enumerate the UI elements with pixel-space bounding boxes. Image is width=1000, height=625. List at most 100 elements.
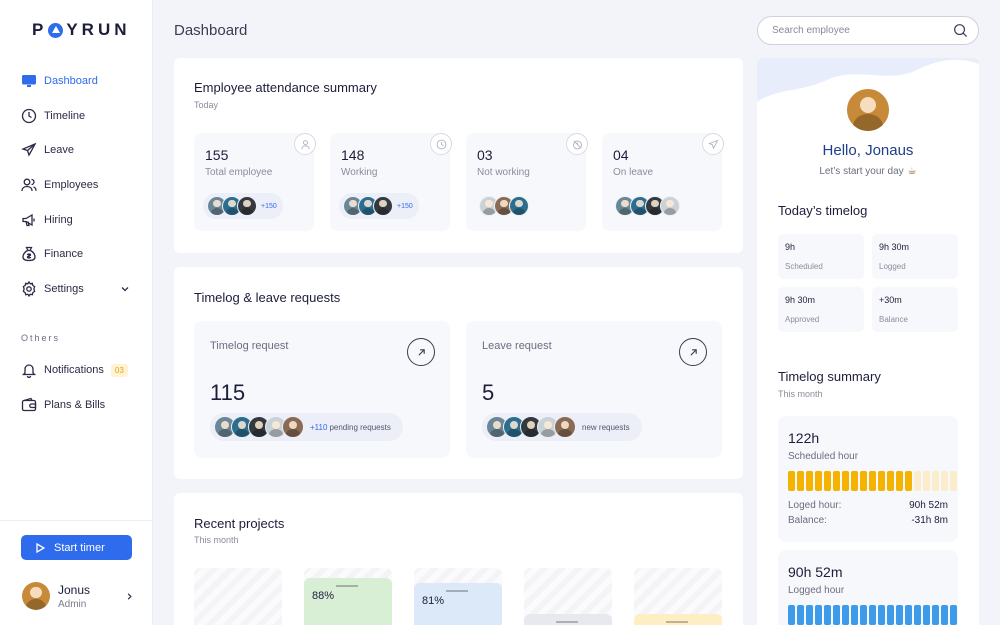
recent-projects-card: Recent projects This month 88%81% xyxy=(174,493,743,625)
timelog-logged: 9h 30m Logged xyxy=(872,234,958,279)
bell-icon xyxy=(21,362,37,378)
timelog-request-panel[interactable]: Timelog request 115 +110 pending request… xyxy=(194,321,450,458)
balance-row: Balance: -31h 8m xyxy=(788,515,948,526)
leave-request-panel[interactable]: Leave request 5 new requests xyxy=(466,321,722,458)
timelog-label: Balance xyxy=(879,315,908,324)
hour-bar-segment xyxy=(923,471,930,491)
user-name: Jonus xyxy=(58,583,90,597)
hour-bar-segment xyxy=(815,471,822,491)
hour-bar-segment xyxy=(788,605,795,625)
project-percent: 81% xyxy=(422,595,444,607)
sidebar-item-label: Notifications xyxy=(44,364,104,376)
request-title: Leave request xyxy=(482,340,552,352)
user-role: Admin xyxy=(58,599,90,610)
hour-bar-segment xyxy=(896,471,903,491)
hour-bar-segment xyxy=(869,471,876,491)
project-column-background xyxy=(194,568,282,625)
attendance-summary-card: Employee attendance summary Today 155 To… xyxy=(174,58,743,253)
logged-hour-value: 90h 52m xyxy=(909,500,948,511)
arrow-up-right-icon xyxy=(689,348,698,357)
hour-bar-segment xyxy=(941,605,948,625)
greeting-title: Hello, Jonaus xyxy=(757,142,979,159)
sidebar-item-dashboard[interactable]: Dashboard xyxy=(0,64,152,99)
sidebar-item-plans-bills[interactable]: Plans & Bills xyxy=(0,388,152,423)
open-leave-requests-button[interactable] xyxy=(679,338,707,366)
hour-bar-segment xyxy=(797,471,804,491)
hour-bar-segment xyxy=(932,471,939,491)
project-column[interactable] xyxy=(524,614,612,625)
sidebar-item-label: Plans & Bills xyxy=(44,399,105,411)
sidebar-item-label: Leave xyxy=(44,144,74,156)
search-icon[interactable] xyxy=(953,23,968,38)
greeting-subtitle: Let’s start your day☕ xyxy=(757,166,979,177)
stat-total-employee[interactable]: 155 Total employee +150 xyxy=(194,133,314,231)
hour-bar-segment xyxy=(788,471,795,491)
timelog-label: Approved xyxy=(785,315,819,324)
logged-hour-row: Loged hour: 90h 52m xyxy=(788,500,948,511)
timelog-value: 9h 30m xyxy=(785,295,815,305)
hour-bar-segment xyxy=(851,471,858,491)
users-icon xyxy=(21,177,37,193)
user-profile[interactable]: Jonus Admin xyxy=(22,582,134,610)
hour-bar-segment xyxy=(797,605,804,625)
hour-bar-segment xyxy=(950,605,957,625)
card-subtitle: This month xyxy=(194,535,239,545)
sidebar-item-leave[interactable]: Leave xyxy=(0,133,152,168)
stat-value: 03 xyxy=(477,147,493,163)
chevron-down-icon[interactable] xyxy=(120,284,130,294)
megaphone-icon xyxy=(21,212,37,228)
payrun-logo[interactable]: PYRUN xyxy=(32,20,131,40)
logged-hour-box: 90h 52m Logged hour xyxy=(778,550,958,625)
stat-label: Not working xyxy=(477,167,530,178)
start-timer-button[interactable]: Start timer xyxy=(21,535,132,560)
project-column[interactable]: 81% xyxy=(414,583,502,625)
timelog-scheduled: 9h Scheduled xyxy=(778,234,864,279)
stat-value: 155 xyxy=(205,147,228,163)
stat-on-leave[interactable]: 04 On leave xyxy=(602,133,722,231)
chevron-right-icon[interactable] xyxy=(125,592,134,601)
request-count: 115 xyxy=(210,380,245,406)
avatar-group[interactable]: +150 xyxy=(339,193,419,219)
arrow-up-right-icon xyxy=(417,348,426,357)
secondary-nav: Notifications 03 Plans & Bills xyxy=(0,353,152,422)
card-title: Employee attendance summary xyxy=(194,80,377,95)
greeting-text: Let’s start your day xyxy=(819,166,903,177)
clock-icon xyxy=(430,133,452,155)
new-requests-pill[interactable]: new requests xyxy=(482,413,642,441)
search-input[interactable] xyxy=(772,25,953,36)
sidebar-item-label: Employees xyxy=(44,179,98,191)
avatar xyxy=(660,196,680,216)
hour-bar-segment xyxy=(833,471,840,491)
timer-off-icon xyxy=(566,133,588,155)
avatar xyxy=(22,582,50,610)
sidebar-item-employees[interactable]: Employees xyxy=(0,168,152,203)
balance-value: -31h 8m xyxy=(911,515,948,526)
project-column[interactable] xyxy=(634,614,722,625)
sidebar-footer: Start timer Jonus Admin xyxy=(0,520,152,625)
clock-icon xyxy=(21,108,37,124)
project-column[interactable]: 88% xyxy=(304,578,392,625)
sidebar-item-timeline[interactable]: Timeline xyxy=(0,99,152,134)
hour-bar-segment xyxy=(833,605,840,625)
sidebar-item-notifications[interactable]: Notifications 03 xyxy=(0,353,152,388)
hour-bar-segment xyxy=(860,605,867,625)
stat-working[interactable]: 148 Working +150 xyxy=(330,133,450,231)
profile-avatar[interactable] xyxy=(845,87,891,133)
sidebar-item-finance[interactable]: Finance xyxy=(0,237,152,272)
page-title: Dashboard xyxy=(174,22,247,39)
stat-not-working[interactable]: 03 Not working xyxy=(466,133,586,231)
open-timelog-requests-button[interactable] xyxy=(407,338,435,366)
sidebar-item-hiring[interactable]: Hiring xyxy=(0,202,152,237)
pending-requests-pill[interactable]: +110 pending requests xyxy=(210,413,403,441)
profile-panel: Hello, Jonaus Let’s start your day☕ Toda… xyxy=(757,58,979,625)
play-icon xyxy=(35,543,45,553)
avatar-group[interactable]: +150 xyxy=(203,193,283,219)
project-column-handle xyxy=(556,621,578,623)
wallet-icon xyxy=(21,397,37,413)
notification-count-badge: 03 xyxy=(111,364,128,377)
avatar-group[interactable] xyxy=(611,193,686,219)
hour-bar-segment xyxy=(860,471,867,491)
sidebar-item-settings[interactable]: Settings xyxy=(0,272,152,307)
hour-bar-segment xyxy=(869,605,876,625)
avatar-group[interactable] xyxy=(475,193,535,219)
